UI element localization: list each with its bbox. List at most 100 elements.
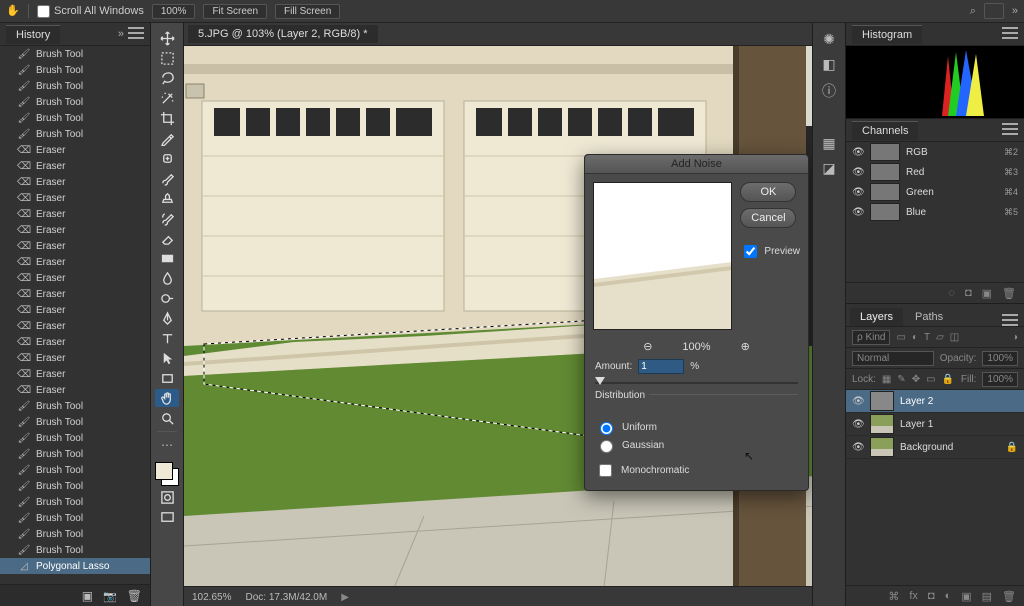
rectangle-tool[interactable]	[155, 369, 179, 387]
edit-toolbar-button[interactable]: ⋯	[155, 436, 179, 454]
panel-collapse-icon[interactable]: »	[118, 28, 124, 40]
zoom-out-icon[interactable]: ⊖	[643, 340, 652, 353]
visibility-icon[interactable]: 👁	[852, 167, 864, 178]
search-icon[interactable]: ⌕	[970, 5, 976, 18]
panel-menu-icon[interactable]	[128, 27, 144, 39]
cancel-button[interactable]: Cancel	[740, 208, 796, 228]
paths-tab[interactable]: Paths	[905, 308, 953, 326]
visibility-icon[interactable]: 👁	[852, 396, 864, 407]
channel-row[interactable]: 👁Green⌘4	[846, 182, 1024, 202]
history-item[interactable]: 🖌Brush Tool	[0, 78, 150, 94]
visibility-icon[interactable]: 👁	[852, 147, 864, 158]
channel-row[interactable]: 👁Red⌘3	[846, 162, 1024, 182]
adjustment-layer-icon[interactable]: ◐	[945, 590, 952, 602]
status-zoom[interactable]: 102.65%	[192, 592, 231, 603]
layers-tab[interactable]: Layers	[850, 308, 903, 326]
history-item[interactable]: ⌫Eraser	[0, 286, 150, 302]
history-item[interactable]: ⌫Eraser	[0, 366, 150, 382]
clone-stamp-tool[interactable]	[155, 189, 179, 207]
lock-trans-icon[interactable]: ▦	[882, 374, 891, 385]
history-item[interactable]: ◿Polygonal Lasso	[0, 558, 150, 574]
history-list[interactable]: 🖌Brush Tool🖌Brush Tool🖌Brush Tool🖌Brush …	[0, 46, 150, 584]
channels-tab[interactable]: Channels	[852, 121, 918, 140]
history-item[interactable]: 🖌Brush Tool	[0, 414, 150, 430]
history-item[interactable]: 🖌Brush Tool	[0, 46, 150, 62]
layer-list[interactable]: 👁Layer 2👁Layer 1👁Background🔒	[846, 390, 1024, 459]
blur-tool[interactable]	[155, 269, 179, 287]
quick-mask-button[interactable]	[155, 488, 179, 506]
amount-slider[interactable]	[595, 376, 798, 390]
history-item[interactable]: ⌫Eraser	[0, 302, 150, 318]
history-item[interactable]: ⌫Eraser	[0, 190, 150, 206]
history-item[interactable]: ⌫Eraser	[0, 174, 150, 190]
dialog-titlebar[interactable]: Add Noise	[585, 155, 808, 174]
history-item[interactable]: ⌫Eraser	[0, 350, 150, 366]
history-item[interactable]: ⌫Eraser	[0, 254, 150, 270]
dialog-preview[interactable]	[593, 182, 732, 330]
history-item[interactable]: 🖌Brush Tool	[0, 446, 150, 462]
fill-input[interactable]: 100%	[982, 372, 1018, 387]
filter-shape-icon[interactable]: ▱	[936, 332, 944, 343]
canvas-wrap[interactable]: Add Noise OK Cancel Preview	[184, 46, 812, 586]
swatches-icon[interactable]: ▦	[822, 135, 835, 152]
panel-collapse-icon[interactable]: »	[1012, 5, 1018, 17]
lock-paint-icon[interactable]: ✎	[897, 374, 905, 385]
history-item[interactable]: ⌫Eraser	[0, 270, 150, 286]
move-tool[interactable]	[155, 29, 179, 47]
layer-kind-dropdown[interactable]: ρ Kind	[852, 330, 890, 345]
gaussian-radio[interactable]: Gaussian	[595, 437, 798, 453]
history-item[interactable]: 🖌Brush Tool	[0, 462, 150, 478]
zoom-in-icon[interactable]: ⊕	[741, 340, 750, 353]
history-item[interactable]: 🖌Brush Tool	[0, 526, 150, 542]
monochromatic-checkbox[interactable]: Monochromatic	[595, 461, 798, 480]
eyedropper-tool[interactable]	[155, 129, 179, 147]
history-item[interactable]: ⌫Eraser	[0, 158, 150, 174]
trash-icon[interactable]: 🗑	[1002, 287, 1016, 300]
color-swatches[interactable]	[155, 462, 179, 486]
blend-mode-dropdown[interactable]: Normal	[852, 351, 934, 366]
fit-screen-button[interactable]: Fit Screen	[203, 4, 267, 19]
panel-menu-icon[interactable]	[1002, 123, 1018, 135]
gradient-tool[interactable]	[155, 249, 179, 267]
history-item[interactable]: 🖌Brush Tool	[0, 110, 150, 126]
history-item[interactable]: 🖌Brush Tool	[0, 478, 150, 494]
history-item[interactable]: ⌫Eraser	[0, 142, 150, 158]
screen-mode-button[interactable]	[155, 508, 179, 526]
history-item[interactable]: ⌫Eraser	[0, 222, 150, 238]
history-item[interactable]: ⌫Eraser	[0, 334, 150, 350]
document-tab[interactable]: 5.JPG @ 103% (Layer 2, RGB/8) *	[188, 25, 378, 43]
history-item[interactable]: 🖌Brush Tool	[0, 510, 150, 526]
history-item[interactable]: ⌫Eraser	[0, 206, 150, 222]
layer-row[interactable]: 👁Layer 2	[846, 390, 1024, 413]
status-arrow-icon[interactable]: ▶	[341, 592, 349, 603]
preview-checkbox[interactable]: Preview	[740, 242, 800, 261]
history-item[interactable]: 🖌Brush Tool	[0, 62, 150, 78]
type-tool[interactable]	[155, 329, 179, 347]
filter-adjust-icon[interactable]: ◐	[912, 332, 918, 343]
history-item[interactable]: ⌫Eraser	[0, 238, 150, 254]
panel-menu-icon[interactable]	[1002, 27, 1018, 39]
history-item[interactable]: 🖌Brush Tool	[0, 494, 150, 510]
zoom-display[interactable]: 100%	[152, 4, 196, 19]
healing-brush-tool[interactable]	[155, 149, 179, 167]
ok-button[interactable]: OK	[740, 182, 796, 202]
pen-tool[interactable]	[155, 309, 179, 327]
brush-tool[interactable]	[155, 169, 179, 187]
brightness-icon[interactable]: ✺	[823, 31, 835, 48]
history-tab[interactable]: History	[6, 25, 60, 44]
status-doc[interactable]: Doc: 17.3M/42.0M	[245, 592, 327, 603]
trash-icon[interactable]: 🗑	[127, 589, 142, 603]
hand-tool[interactable]	[155, 389, 179, 407]
scroll-all-windows-checkbox[interactable]: Scroll All Windows	[37, 5, 144, 18]
lasso-tool[interactable]	[155, 69, 179, 87]
fill-screen-button[interactable]: Fill Screen	[275, 4, 340, 19]
channel-row[interactable]: 👁Blue⌘5	[846, 202, 1024, 222]
layer-row[interactable]: 👁Layer 1	[846, 413, 1024, 436]
history-brush-tool[interactable]	[155, 209, 179, 227]
layer-row[interactable]: 👁Background🔒	[846, 436, 1024, 459]
history-item[interactable]: 🖌Brush Tool	[0, 542, 150, 558]
link-layers-icon[interactable]: ⌘	[888, 590, 899, 603]
panel-menu-icon[interactable]	[1002, 314, 1018, 326]
crop-tool[interactable]	[155, 109, 179, 127]
new-channel-icon[interactable]: ▣	[982, 287, 992, 300]
